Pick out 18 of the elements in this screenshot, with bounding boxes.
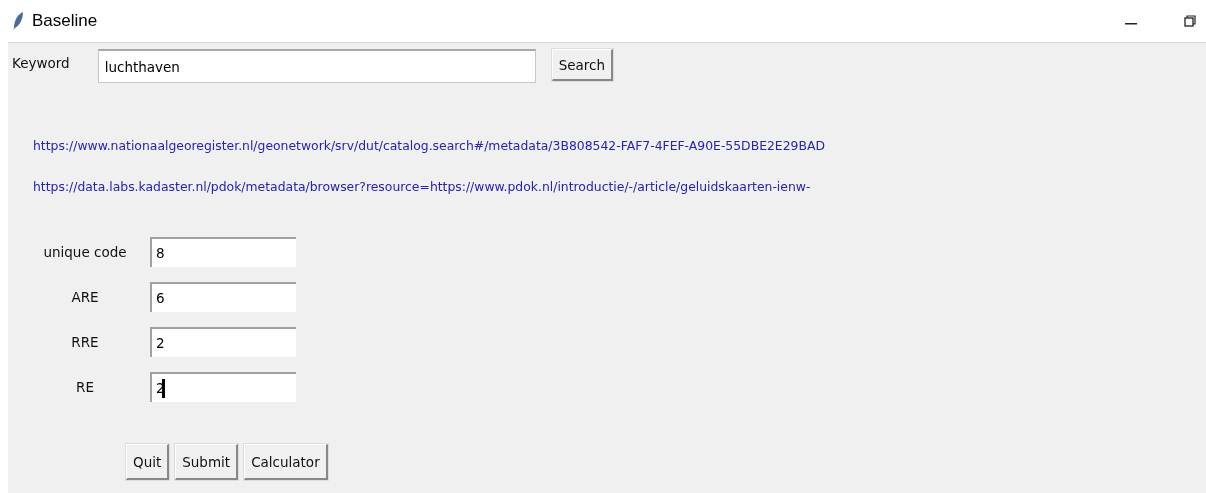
action-button[interactable]: Submit (175, 444, 239, 480)
action-button[interactable]: Quit (126, 444, 170, 480)
metadata-link[interactable]: https://data.labs.kadaster.nl/pdok/metadata/browser?resource=https://www.pdok.nl/introductie/-/article/geluidskaarten-ienw- (33, 179, 811, 194)
restore-icon[interactable] (1184, 15, 1196, 27)
value-field[interactable]: 2 (150, 327, 296, 357)
field-label: RRE (71, 334, 99, 350)
feather-icon (12, 11, 24, 31)
keyword-label: Keyword (12, 55, 70, 71)
search-button[interactable]: Search (551, 49, 614, 81)
action-button[interactable]: Calculator (244, 444, 328, 480)
field-label: ARE (71, 289, 99, 305)
window-title: Baseline (32, 11, 99, 31)
keyword-field[interactable]: luchthaven (97, 49, 536, 83)
value-field[interactable]: 8 (150, 237, 296, 267)
field-label: RE (76, 379, 94, 395)
value-field[interactable]: 6 (150, 282, 296, 312)
field-label: unique code (43, 244, 127, 260)
metadata-link[interactable]: https://www.nationaalgeoregister.nl/geonetwork/srv/dut/catalog.search#/metadata/3B808542-FAF7-4FEF-A90E-55DBE2E29BAD (33, 138, 825, 153)
